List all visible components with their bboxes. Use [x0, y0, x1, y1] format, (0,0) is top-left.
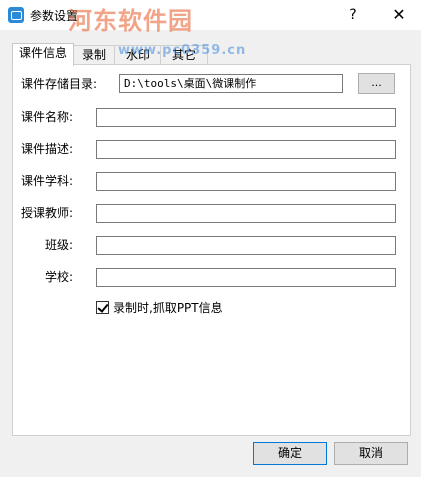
- description-input[interactable]: [96, 140, 396, 159]
- tab-courseware-info[interactable]: 课件信息: [12, 43, 74, 66]
- tab-other[interactable]: 其它: [160, 45, 208, 65]
- name-input[interactable]: [96, 108, 396, 127]
- cancel-button[interactable]: 取消: [334, 442, 408, 465]
- help-button[interactable]: ?: [339, 4, 367, 26]
- name-label: 课件名称:: [21, 110, 74, 124]
- window-title: 参数设置: [30, 9, 79, 23]
- teacher-label: 授课教师:: [21, 206, 74, 220]
- subject-input[interactable]: [96, 172, 396, 191]
- class-label: 班级:: [45, 238, 74, 252]
- tab-watermark[interactable]: 水印: [114, 45, 162, 65]
- teacher-input[interactable]: [96, 204, 396, 223]
- app-icon: [8, 7, 24, 23]
- school-input[interactable]: [96, 268, 396, 287]
- tab-record[interactable]: 录制: [72, 45, 116, 65]
- ppt-capture-checkbox[interactable]: [96, 301, 109, 314]
- class-input[interactable]: [96, 236, 396, 255]
- ppt-capture-label: 录制时,抓取PPT信息: [113, 301, 223, 315]
- school-label: 学校:: [45, 270, 74, 284]
- storage-dir-label: 课件存储目录:: [21, 77, 98, 91]
- close-button[interactable]: ✕: [385, 4, 413, 26]
- subject-label: 课件学科:: [21, 174, 74, 188]
- ok-button[interactable]: 确定: [253, 442, 327, 465]
- storage-dir-input[interactable]: D:\tools\桌面\微课制作: [119, 74, 343, 93]
- browse-button[interactable]: ...: [358, 73, 395, 94]
- description-label: 课件描述:: [21, 142, 74, 156]
- title-bar: 参数设置 ? ✕: [0, 0, 421, 30]
- courseware-info-panel: 课件存储目录: D:\tools\桌面\微课制作 ... 课件名称: 课件描述:…: [12, 64, 411, 436]
